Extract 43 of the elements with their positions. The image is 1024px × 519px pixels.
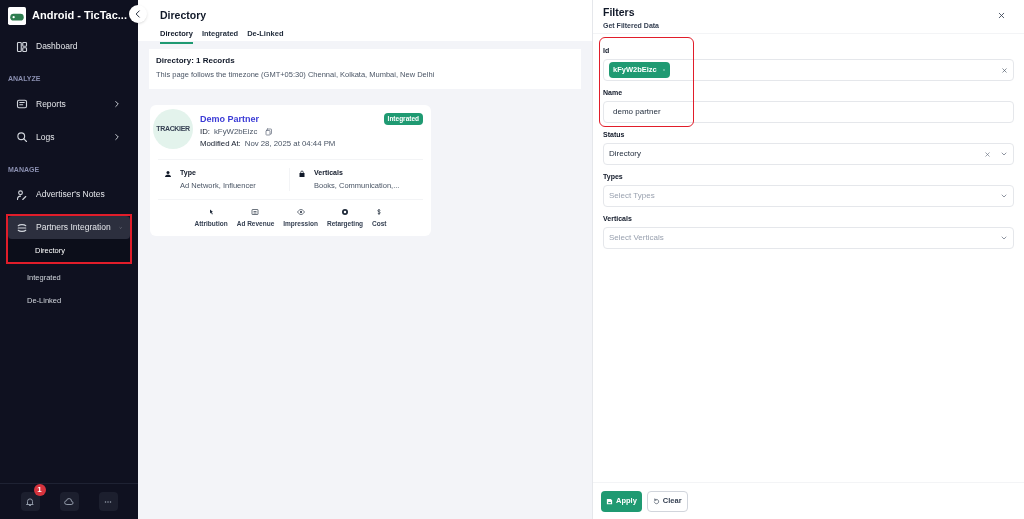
person-pen-icon <box>16 188 28 201</box>
close-icon <box>997 11 1006 20</box>
copy-icon <box>265 128 274 136</box>
chevron-right-icon <box>112 132 122 142</box>
save-icon <box>606 497 613 505</box>
chevron-right-icon <box>112 99 122 109</box>
notification-badge: 1 <box>33 484 46 496</box>
report-icon <box>16 98 28 110</box>
chevron-down-icon <box>1000 234 1008 242</box>
name-field[interactable]: demo partner <box>603 101 1014 123</box>
person-icon <box>164 170 172 178</box>
bell-icon <box>25 496 35 507</box>
app-logo-icon <box>8 6 26 25</box>
page-title: Directory <box>160 8 208 23</box>
partners-icon <box>16 221 28 234</box>
dollar-icon <box>375 207 384 216</box>
close-button[interactable] <box>997 11 1006 20</box>
clear-icon <box>984 150 991 158</box>
partner-name[interactable]: Demo Partner <box>200 113 377 126</box>
app-name: Android - TicTac... <box>32 8 127 24</box>
dashboard-icon <box>16 40 28 53</box>
list-icon <box>251 207 260 216</box>
bag-icon <box>298 170 306 178</box>
records-heading: Directory: 1 Records <box>156 55 236 67</box>
nav-item[interactable]: Advertiser's Notes <box>8 183 130 206</box>
clear-icon <box>1001 66 1008 74</box>
panel-title: Filters <box>603 5 636 20</box>
reset-icon <box>652 497 660 505</box>
chevron-left-icon <box>133 9 143 19</box>
chevron-down-icon <box>1000 192 1008 200</box>
cloud-icon <box>64 496 74 507</box>
cloud-button[interactable] <box>59 492 79 511</box>
nav-item[interactable]: Logs <box>8 125 130 149</box>
chevron-down-icon <box>1000 150 1008 158</box>
magnifier-icon <box>16 131 28 143</box>
eye-icon <box>296 207 305 216</box>
notification-button[interactable] <box>20 492 40 511</box>
nav-item[interactable]: Reports <box>8 92 130 116</box>
collapse-button[interactable] <box>129 5 147 23</box>
nav-item[interactable]: Partners Integration <box>8 216 130 239</box>
nav-item[interactable]: Dashboard <box>8 35 130 58</box>
select-field[interactable]: Directory <box>603 143 1014 165</box>
ring-icon <box>341 207 349 216</box>
